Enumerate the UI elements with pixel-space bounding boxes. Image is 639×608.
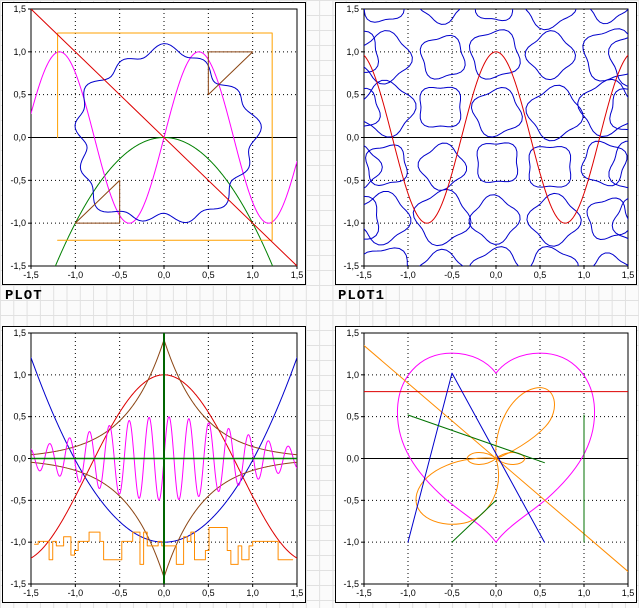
plotting-canvas: { "app": { "background": {"cell_w": 13.3… [0,0,639,608]
green-segment-long [408,415,544,463]
plot-title: PLOT [5,288,43,304]
y-tick-label: -1,5 [10,579,26,589]
x-tick-label: 1,0 [246,588,259,598]
rose-petal-ne [496,388,555,459]
green-segment-short [452,500,496,542]
x-tick-label: 0,0 [490,588,503,598]
x-tick-label: -1,0 [400,588,416,598]
y-tick-label: -1,5 [10,261,26,271]
x-tick-label: -1,5 [356,588,372,598]
rose-petal-sw [416,458,498,524]
y-tick-label: 0,5 [13,412,26,422]
x-tick-label: 0,0 [158,588,171,598]
x-tick-label: -1,5 [356,270,372,280]
y-tick-label: -1,5 [343,261,359,271]
y-tick-label: 0,5 [13,90,26,100]
y-tick-label: -0,5 [10,175,26,185]
plot-window-plot[interactable]: -1,5-1,5 -1,0 -1,0 -0,5 -0,5 0,0 0,0 0,5 0,5 1,0 1… [2,2,306,285]
y-tick-label: 1,0 [346,47,359,57]
y-tick-label: 1,0 [346,370,359,380]
x-tick-label: 0,5 [534,588,547,598]
x-tick-label: -0,5 [112,588,128,598]
plot-window-plot2[interactable]: -1,5-1,5 -1,0 -1,0 -0,5 -0,5 0,0 0,0 0,5 0,5 1,0 1… [2,326,306,603]
x-tick-label: 0,0 [490,270,503,280]
plot-bottom-left-canvas: -1,5-1,5 -1,0 -1,0 -0,5 -0,5 0,0 0,0 0,5 0,5 1,0 1… [3,327,305,602]
y-tick-label: -1,0 [343,218,359,228]
plot-bottom-right-canvas: -1,5-1,5 -1,0 -1,0 -0,5 -0,5 0,0 0,0 0,5 0,5 1,0 1… [336,327,636,602]
x-tick-label: 1,0 [578,588,591,598]
y-tick-label: 1,0 [13,47,26,57]
x-tick-label: -0,5 [112,270,128,280]
x-tick-label: 1,0 [246,270,259,280]
parabola-down [31,138,297,285]
plot1-title: PLOT1 [338,288,385,304]
y-tick-label: 0,0 [13,133,26,143]
x-tick-label: -1,5 [23,588,39,598]
y-tick-label: 1,0 [13,370,26,380]
y-tick-label: 1,5 [13,4,26,14]
x-tick-label: 1,5 [291,588,304,598]
x-tick-label: 1,5 [291,270,304,280]
y-tick-label: -0,5 [343,175,359,185]
y-tick-label: 1,5 [346,328,359,338]
y-tick-label: 0,5 [346,90,359,100]
x-tick-label: 1,0 [578,270,591,280]
x-tick-label: -0,5 [444,588,460,598]
x-tick-label: -1,0 [68,588,84,598]
y-tick-label: 0,5 [346,412,359,422]
x-tick-label: 0,5 [202,270,215,280]
y-tick-label: 0,0 [346,454,359,464]
y-tick-label: 0,0 [346,133,359,143]
x-tick-label: 0,5 [202,588,215,598]
y-tick-label: -1,5 [343,579,359,589]
x-tick-label: 0,5 [534,270,547,280]
x-tick-label: -1,5 [23,270,39,280]
y-tick-label: -0,5 [343,495,359,505]
contour-blob-lattice [336,3,636,284]
x-tick-label: 1,5 [622,270,635,280]
y-tick-label: -1,0 [343,537,359,547]
x-tick-label: 0,0 [158,270,171,280]
x-tick-label: -1,0 [68,270,84,280]
y-tick-label: 1,5 [13,328,26,338]
y-tick-label: -0,5 [10,495,26,505]
y-tick-label: -1,0 [10,537,26,547]
x-tick-label: -0,5 [444,270,460,280]
y-tick-label: -1,0 [10,218,26,228]
x-tick-label: -1,0 [400,270,416,280]
plot-top-left-canvas: -1,5-1,5 -1,0 -1,0 -0,5 -0,5 0,0 0,0 0,5 0,5 1,0 1… [3,3,305,284]
x-tick-label: 1,5 [622,588,635,598]
plot-window-plot3[interactable]: -1,5-1,5 -1,0 -1,0 -0,5 -0,5 0,0 0,0 0,5 0,5 1,0 1… [335,326,637,603]
y-tick-label: 1,5 [346,4,359,14]
plot-top-right-canvas: -1,5-1,5 -1,0 -1,0 -0,5 -0,5 0,0 0,0 0,5 0,5 1,0 1… [336,3,636,284]
plot-window-plot1[interactable]: -1,5-1,5 -1,0 -1,0 -0,5 -0,5 0,0 0,0 0,5 0,5 1,0 1… [335,2,637,285]
y-tick-label: 0,0 [13,454,26,464]
